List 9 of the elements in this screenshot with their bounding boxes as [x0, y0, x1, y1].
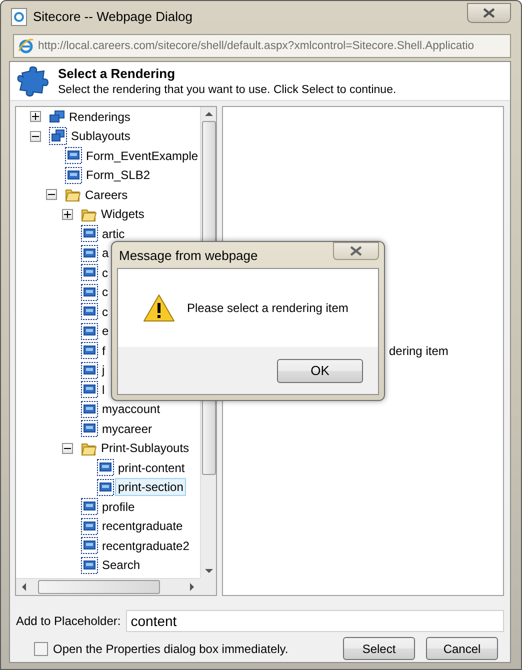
checkbox-label: Open the Properties dialog box immediately. [53, 642, 288, 656]
placeholder-label: Add to Placeholder: [16, 614, 121, 628]
preview-message: dering item [389, 344, 448, 360]
message-text: Please select a rendering item [187, 301, 348, 315]
message-title: Message from webpage [118, 248, 258, 262]
address-text: http://local.careers.com/sitecore/shell/default.aspx?xmlcontrol=Sitecore.Shell.Applicatio [38, 40, 474, 52]
dialog-title: Select a Rendering [58, 66, 176, 81]
window-title: Sitecore -- Webpage Dialog [33, 9, 194, 24]
dialog-subtitle: Select the rendering that you want to use. Click Select to continue. [58, 84, 396, 96]
